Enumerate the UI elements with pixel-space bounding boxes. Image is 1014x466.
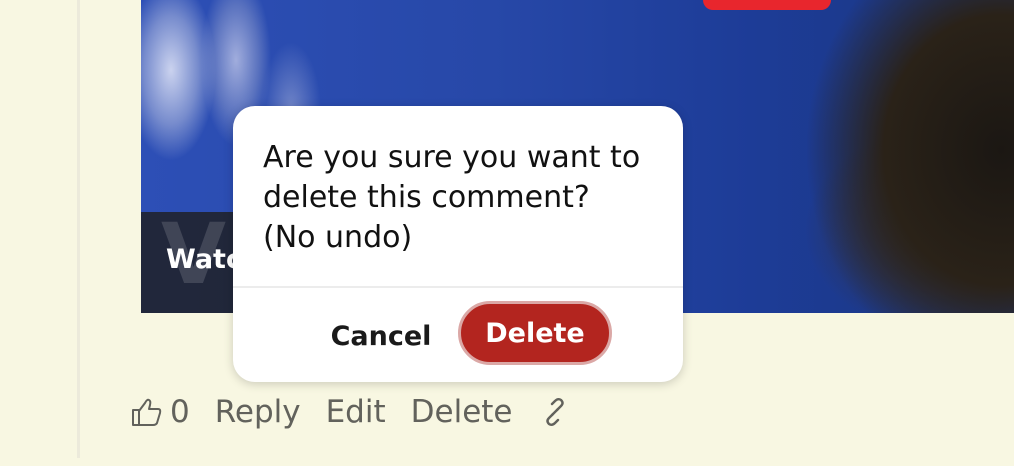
dialog-message: Are you sure you want to delete this com…: [263, 140, 641, 255]
video-red-badge: [703, 0, 831, 10]
delete-link[interactable]: Delete: [411, 394, 513, 430]
link-icon[interactable]: [540, 397, 570, 427]
cancel-button[interactable]: Cancel: [311, 309, 451, 363]
comment-actions: 0 Reply Edit Delete: [130, 388, 570, 436]
thumbs-up-icon[interactable]: [130, 395, 164, 429]
comment-page: V Watc Are you sure you want to delete t…: [0, 0, 1014, 466]
edit-link[interactable]: Edit: [326, 394, 386, 430]
thread-line: [77, 0, 80, 458]
reply-link[interactable]: Reply: [215, 394, 301, 430]
dialog-divider: [233, 286, 683, 288]
like-count: 0: [170, 394, 190, 430]
watch-label: Watc: [166, 244, 242, 275]
confirm-delete-button[interactable]: Delete: [458, 301, 612, 365]
delete-confirm-dialog: Are you sure you want to delete this com…: [233, 106, 683, 382]
